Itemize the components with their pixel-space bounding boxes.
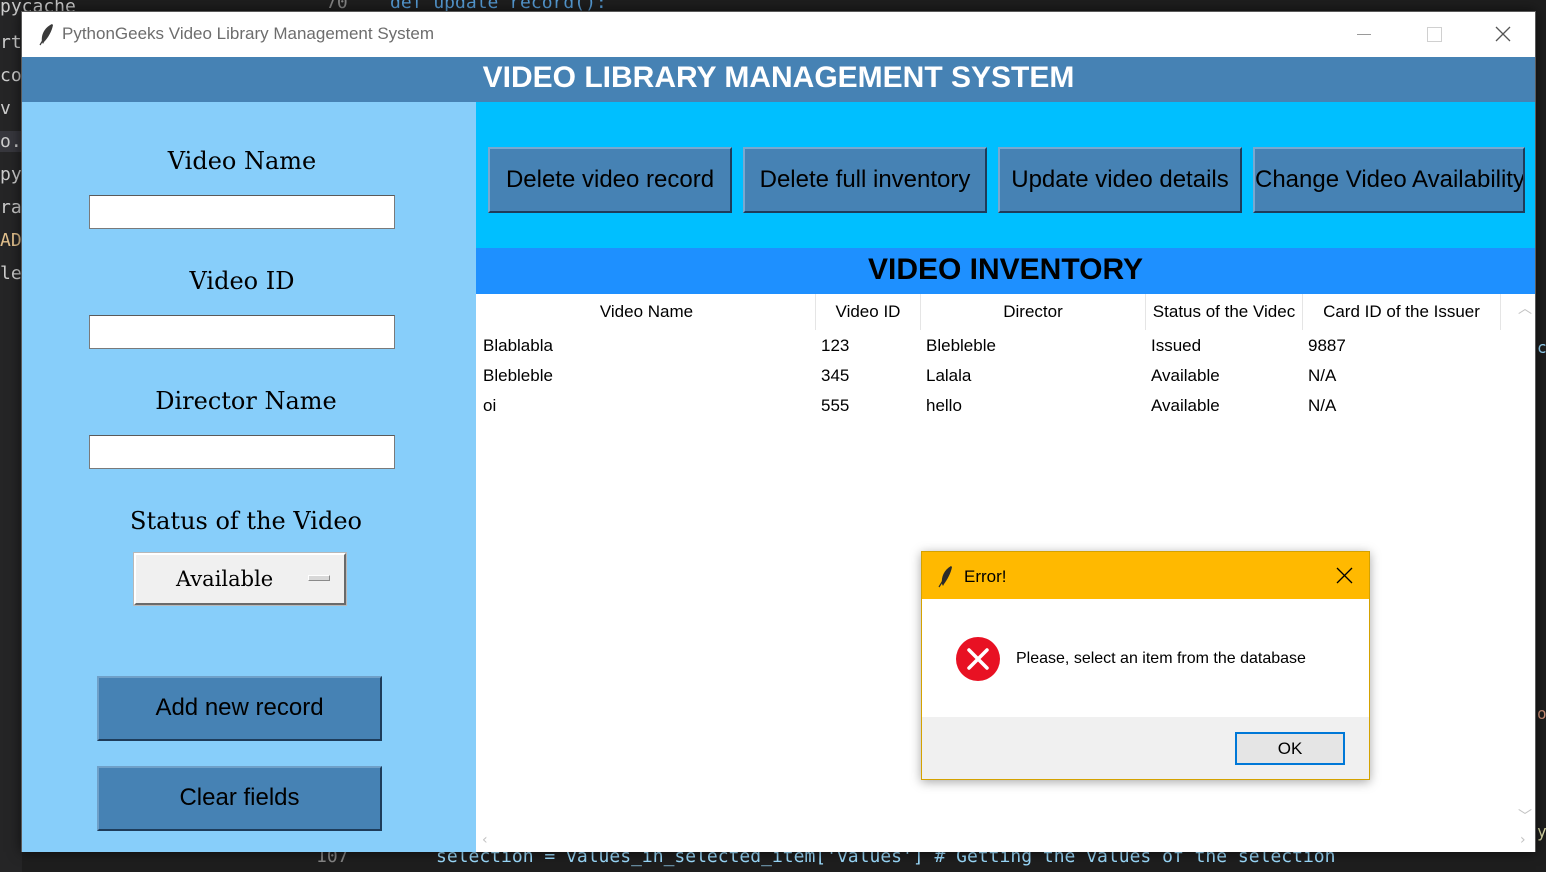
dialog-message: Please, select an item from the database — [1016, 650, 1306, 667]
code-fragment: y — [1537, 822, 1546, 841]
cell-video-name: Blablabla — [483, 336, 553, 355]
dialog-title-bar[interactable]: Error! — [922, 552, 1369, 599]
feather-icon — [938, 566, 952, 588]
column-header-video-name[interactable]: Video Name — [478, 294, 816, 330]
left-form-panel: Video Name Video ID Director Name Status… — [22, 102, 476, 852]
video-id-input[interactable] — [89, 315, 395, 349]
inventory-title: VIDEO INVENTORY — [867, 253, 1144, 286]
error-dialog: Error! Please, select an item from the d… — [921, 551, 1370, 780]
dialog-footer: OK — [922, 717, 1369, 779]
director-name-label: Director Name — [155, 387, 337, 415]
horizontal-scrollbar[interactable]: ‹ › — [478, 832, 1535, 852]
cell-card-id: N/A — [1308, 366, 1337, 385]
code-fragment: c — [1537, 338, 1546, 357]
window-title: PythonGeeks Video Library Management Sys… — [62, 24, 434, 43]
dialog-close-button[interactable] — [1322, 552, 1369, 599]
minimize-button[interactable] — [1328, 12, 1398, 57]
cell-director: Lalala — [926, 366, 972, 385]
scroll-down-arrow-icon[interactable]: ﹀ — [1518, 806, 1532, 826]
cell-director: Blebleble — [926, 336, 996, 355]
status-selected-value: Available — [176, 567, 274, 591]
scroll-left-arrow-icon[interactable]: ‹ — [482, 832, 488, 848]
change-availability-button[interactable]: Change Video Availability — [1253, 147, 1525, 213]
explorer-file[interactable]: v — [0, 98, 11, 119]
cell-card-id: N/A — [1308, 396, 1337, 415]
title-bar[interactable]: PythonGeeks Video Library Management Sys… — [22, 12, 1535, 57]
delete-inventory-button[interactable]: Delete full inventory — [743, 147, 987, 213]
cell-video-name: Blebleble — [483, 366, 553, 385]
scroll-up-arrow-icon[interactable]: ︿ — [1518, 298, 1532, 318]
director-name-input[interactable] — [89, 435, 395, 469]
status-label: Status of the Video — [130, 507, 362, 535]
table-row[interactable]: Blablabla 123 Blebleble Issued 9887 — [478, 331, 1502, 361]
clear-fields-button[interactable]: Clear fields — [97, 766, 382, 831]
update-details-button[interactable]: Update video details — [998, 147, 1242, 213]
maximize-button[interactable] — [1398, 12, 1468, 57]
video-name-label: Video Name — [167, 147, 317, 175]
status-dropdown[interactable]: Available — [134, 553, 346, 605]
error-icon — [956, 637, 1000, 681]
cell-director: hello — [926, 396, 962, 415]
column-header-director[interactable]: Director — [921, 294, 1146, 330]
ok-button[interactable]: OK — [1235, 732, 1345, 765]
cell-video-id: 123 — [821, 336, 850, 355]
close-button[interactable] — [1468, 12, 1538, 57]
dialog-body: Please, select an item from the database — [922, 599, 1369, 717]
explorer-file[interactable]: AD — [0, 230, 22, 251]
code-fragment: o — [1537, 704, 1546, 723]
table-row[interactable]: Blebleble 345 Lalala Available N/A — [478, 361, 1502, 391]
vertical-scrollbar[interactable]: ︿ ﹀ — [1512, 294, 1535, 832]
column-header-video-id[interactable]: Video ID — [816, 294, 921, 330]
close-icon — [1495, 26, 1511, 42]
add-record-button[interactable]: Add new record — [97, 676, 382, 741]
close-icon — [1336, 567, 1353, 584]
column-header-card-id[interactable]: Card ID of the Issuer — [1303, 294, 1501, 330]
cell-video-name: oi — [483, 396, 497, 415]
cell-status: Available — [1151, 396, 1220, 415]
cell-card-id: 9887 — [1308, 336, 1346, 355]
scroll-right-arrow-icon[interactable]: › — [1520, 832, 1526, 848]
action-button-band: Delete video record Delete full inventor… — [476, 102, 1535, 248]
cell-video-id: 345 — [821, 366, 850, 385]
column-header-status[interactable]: Status of the Videc — [1146, 294, 1303, 330]
cell-status: Issued — [1151, 336, 1202, 355]
header-band: VIDEO LIBRARY MANAGEMENT SYSTEM — [22, 57, 1535, 102]
dropdown-indicator-icon — [308, 575, 330, 581]
page-title: VIDEO LIBRARY MANAGEMENT SYSTEM — [482, 61, 1075, 94]
video-id-label: Video ID — [189, 267, 295, 295]
dialog-title: Error! — [964, 567, 1007, 586]
inventory-band: VIDEO INVENTORY — [476, 248, 1535, 294]
cell-status: Available — [1151, 366, 1220, 385]
feather-icon — [39, 24, 53, 46]
video-name-input[interactable] — [89, 195, 395, 229]
delete-record-button[interactable]: Delete video record — [488, 147, 732, 213]
cell-video-id: 555 — [821, 396, 850, 415]
table-row[interactable]: oi 555 hello Available N/A — [478, 391, 1502, 421]
